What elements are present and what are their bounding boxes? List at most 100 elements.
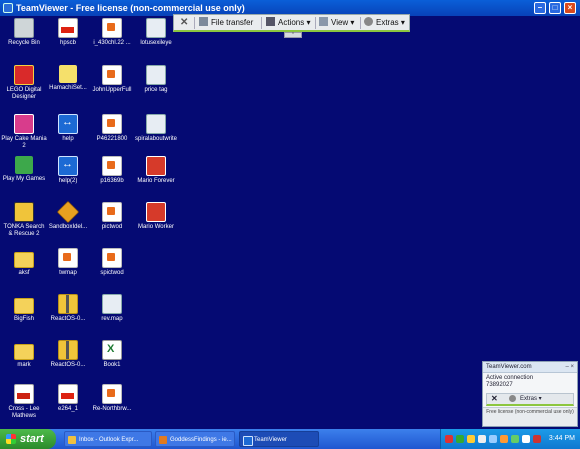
taskbar-button-teamviewer[interactable]: TeamViewer — [239, 431, 319, 447]
view-menu[interactable]: View ▾ — [319, 15, 354, 31]
desktop-icon-cross[interactable]: Cross - Lee Mathews — [1, 384, 47, 420]
pdf-icon — [58, 18, 78, 38]
desktop-icon-i430[interactable]: i_430chl.22 ... — [89, 18, 135, 47]
volume-icon[interactable] — [522, 435, 530, 443]
document-icon — [102, 18, 122, 38]
desktop-icon-e264[interactable]: e264_1 — [45, 384, 91, 413]
panel-title: TeamViewer.com — [486, 364, 532, 370]
folder-icon — [14, 298, 34, 314]
desktop-icon-spictwod[interactable]: spictwod — [89, 248, 135, 277]
folder-icon — [14, 252, 34, 268]
tonka-icon — [14, 202, 34, 222]
panel-close-icon[interactable]: ✕ — [491, 394, 498, 403]
mario-icon — [146, 202, 166, 222]
panel-body: Active connection 73892027 — [483, 373, 577, 391]
teamviewer-toolbar: ✕ File transfer Actions ▾ View ▾ Extras … — [173, 14, 410, 32]
tray-icon[interactable] — [467, 435, 475, 443]
maximize-button[interactable]: □ — [549, 2, 561, 14]
document-icon — [58, 248, 78, 268]
desktop-icon-spiralaboutwrite[interactable]: spiralaboutwrite — [133, 114, 179, 143]
image-icon — [146, 114, 166, 134]
desktop-icon-re-northbrw[interactable]: Re-Northbrw... — [89, 384, 135, 413]
toolbar-collapse-handle[interactable]: ⌃ — [284, 32, 302, 38]
desktop-icon-reactos-2[interactable]: ReactOS-0... — [45, 340, 91, 369]
desktop-icon-mario-forever[interactable]: Mario Forever — [133, 156, 179, 185]
tray-icon[interactable] — [478, 435, 486, 443]
tray-icon[interactable] — [456, 435, 464, 443]
panel-toolbar: ✕ Extras ▾ — [486, 393, 574, 406]
tray-icon[interactable] — [533, 435, 541, 443]
desktop-icon-lego[interactable]: LEGO Digital Designer — [1, 65, 47, 101]
desktop-icon-reactos-1[interactable]: ReactOS-0... — [45, 294, 91, 323]
actions-menu[interactable]: Actions ▾ — [266, 15, 310, 31]
panel-extras-menu[interactable]: Extras ▾ — [520, 395, 542, 402]
teamviewer-logo-icon — [3, 3, 13, 13]
toolbar-divider — [315, 17, 316, 29]
desktop-icon-bigfish[interactable]: BigFish — [1, 294, 47, 323]
partner-id: 73892027 — [486, 382, 513, 388]
teamviewer-window: TeamViewer - Free license (non-commercia… — [0, 0, 580, 449]
desktop-icon-help[interactable]: help — [45, 114, 91, 143]
tray-icon[interactable] — [489, 435, 497, 443]
clock[interactable]: 3:44 PM — [549, 429, 575, 449]
gear-icon — [509, 395, 516, 402]
panel-controls[interactable]: – × — [565, 362, 574, 372]
desktop-icon-recycle-bin[interactable]: Recycle Bin — [1, 18, 47, 47]
hamachi-icon — [59, 65, 77, 83]
tray-icon[interactable] — [500, 435, 508, 443]
document-icon — [102, 248, 122, 268]
desktop-icon-p46221800[interactable]: P46221800 — [89, 114, 135, 143]
desktop-icon-help2[interactable]: help(2) — [45, 156, 91, 185]
toolbar-close-button[interactable]: ✕ — [180, 15, 188, 31]
image-icon — [146, 65, 166, 85]
image-icon — [146, 18, 166, 38]
document-icon — [102, 65, 122, 85]
mario-icon — [146, 156, 166, 176]
close-button[interactable]: × — [564, 2, 576, 14]
desktop-icon-aksf[interactable]: aksf — [1, 248, 47, 277]
play-icon — [15, 156, 33, 174]
sandbox-icon — [56, 200, 80, 224]
desktop-icon-mark[interactable]: mark — [1, 340, 47, 369]
desktop-icon-johnupperfull[interactable]: JohnUpperFull — [89, 65, 135, 94]
desktop-icon-pictwod[interactable]: pictwod — [89, 202, 135, 231]
tray-icon[interactable] — [445, 435, 453, 443]
excel-icon — [102, 340, 122, 360]
toolbar-divider — [261, 17, 262, 29]
system-tray: 3:44 PM — [440, 429, 580, 449]
document-icon — [102, 156, 122, 176]
pdf-icon — [14, 384, 34, 404]
teamviewer-panel: TeamViewer.com – × Active connection 738… — [482, 361, 578, 427]
taskbar-button-browser[interactable]: GoddessFindings - ie... — [155, 431, 235, 447]
desktop-icon-sandbox[interactable]: SandboxIdel... — [45, 200, 91, 231]
document-icon — [58, 384, 78, 404]
desktop-icon-cake-mania[interactable]: Play Cake Mania 2 — [1, 114, 47, 150]
actions-icon — [266, 17, 275, 26]
desktop-icon-price-tag[interactable]: price tag — [133, 65, 179, 94]
document-icon — [102, 202, 122, 222]
desktop-icon-play-my-games[interactable]: Play My Games — [1, 156, 47, 183]
extras-menu[interactable]: Extras ▾ — [364, 15, 405, 31]
tray-icon[interactable] — [511, 435, 519, 443]
desktop-icon-twmap[interactable]: twmap — [45, 248, 91, 277]
desktop-icon-tonka[interactable]: TONKA Search & Rescue 2 — [1, 202, 47, 238]
connection-status: Active connection — [486, 375, 534, 381]
minimize-button[interactable]: – — [534, 2, 546, 14]
document-icon — [102, 384, 122, 404]
taskbar-button-outlook[interactable]: Inbox - Outlook Expr... — [64, 431, 152, 447]
taskbar: start Inbox - Outlook Expr... GoddessFin… — [0, 429, 580, 449]
desktop-icon-hpscb[interactable]: hpscb — [45, 18, 91, 47]
desktop-icon-mario-worker[interactable]: Mario Worker — [133, 202, 179, 231]
start-button[interactable]: start — [0, 429, 56, 449]
zip-icon — [58, 340, 78, 360]
windows-logo-icon — [6, 434, 16, 444]
desktop-icon-p16369b[interactable]: p16369b — [89, 156, 135, 185]
file-transfer-button[interactable]: File transfer — [199, 15, 253, 31]
desktop-icon-revmap[interactable]: rev.map — [89, 294, 135, 323]
panel-header: TeamViewer.com – × — [483, 362, 577, 373]
file-transfer-icon — [199, 17, 208, 26]
desktop-icon-book1[interactable]: Book1 — [89, 340, 135, 369]
zip-icon — [58, 294, 78, 314]
desktop-icon-hamachi[interactable]: HamachiSet... — [45, 65, 91, 92]
teamviewer-icon — [243, 436, 253, 446]
